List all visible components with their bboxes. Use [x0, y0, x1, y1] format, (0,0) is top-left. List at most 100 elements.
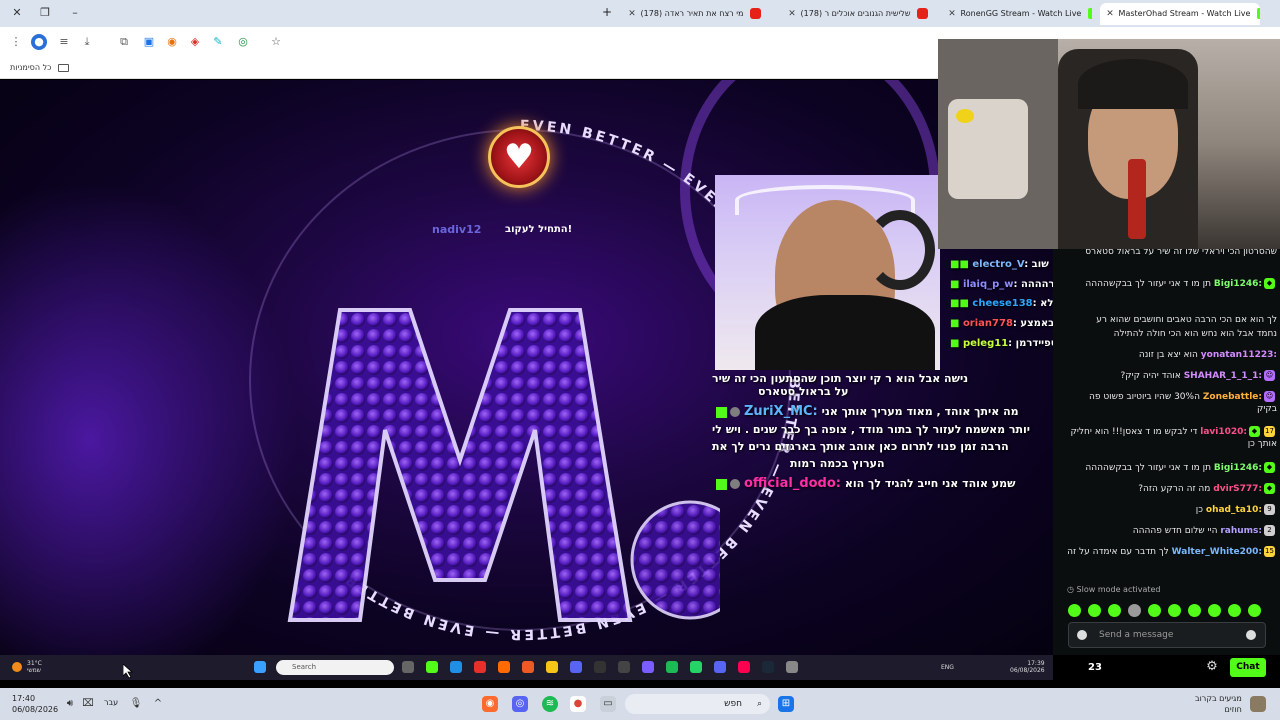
- overlay-chat-message: official_dodo: שמע אוהד אני חייב להגיד ל…: [716, 476, 1015, 491]
- network-icon[interactable]: ⌧: [80, 696, 96, 712]
- emote-icon[interactable]: [1128, 604, 1141, 617]
- emote-icon[interactable]: [1248, 604, 1261, 617]
- tray-expand-icon[interactable]: ^: [150, 696, 166, 712]
- chat-username[interactable]: Bigi1246:: [1214, 463, 1262, 473]
- chat-input[interactable]: Send a message: [1068, 622, 1266, 648]
- tab-ronengg[interactable]: ✕ RonenGG Stream - Watch Live: [942, 3, 1092, 25]
- chat-username[interactable]: Walter_White200:: [1172, 547, 1262, 557]
- bookmark-star-icon[interactable]: ☆: [268, 34, 284, 50]
- tab-title: MasterOhad Stream - Watch Live: [1118, 9, 1251, 18]
- chat-text: כן: [1195, 505, 1204, 515]
- chat-username[interactable]: SHAHAR_1_1_1:: [1184, 371, 1262, 381]
- chat-message: 17◆lavi1020: די לבקש מו ד צאסן!!! הוא יח…: [1067, 426, 1277, 450]
- extension-icon[interactable]: ▣: [141, 34, 157, 50]
- spotify-icon[interactable]: ≋: [542, 696, 558, 712]
- profile-icon[interactable]: ●: [31, 34, 47, 50]
- chat-username[interactable]: ohad_ta10:: [1206, 505, 1262, 515]
- badge-icon: 15: [1264, 546, 1275, 557]
- microphone-icon[interactable]: 🎙︎: [128, 696, 144, 712]
- emote-icon[interactable]: [1108, 604, 1121, 617]
- badge-icon: ◆: [1264, 483, 1275, 494]
- news-widget[interactable]: מגיעים בקרוב חוזים: [1195, 693, 1242, 715]
- chat-username[interactable]: yonatan11223:: [1201, 350, 1277, 360]
- overlay-chat-message: ZuriX_MC: מה איתך אוהד , מאוד מעריך אותך…: [716, 404, 1019, 419]
- overlay-chat-line: הרבה זמן פנוי לתרום כאן אוהב אותך בארגזי…: [712, 440, 1009, 453]
- windows-start-icon[interactable]: ⊞: [778, 696, 794, 712]
- chat-message: 9ohad_ta10: כן: [1067, 504, 1277, 516]
- overlay-chat-line: יותר מאשמח לעזור לך בתור מודד , צופה בך …: [712, 423, 1031, 436]
- system-clock[interactable]: 17:40 06/08/2026: [12, 693, 58, 715]
- chat-message: שהסרטון הכי ויראלי שלו זה שיר על בראול ס…: [1067, 249, 1277, 258]
- close-window-icon[interactable]: ✕: [8, 4, 26, 22]
- file-explorer-icon[interactable]: ▭: [600, 696, 616, 712]
- all-bookmarks-button[interactable]: כל הסימניות: [10, 60, 69, 76]
- chat-username[interactable]: dvirS777:: [1213, 484, 1262, 494]
- extensions-icon[interactable]: ⧉: [116, 34, 132, 50]
- extension-icon[interactable]: ✎: [210, 34, 226, 50]
- chat-message: ◆Bigi1246: תן מו ד אני יעזור לך בבקשהההה: [1067, 462, 1277, 474]
- chat-send-button[interactable]: Chat: [1230, 658, 1266, 677]
- menu-icon[interactable]: ⋮: [8, 34, 24, 50]
- user-icon: [730, 479, 740, 489]
- volume-icon[interactable]: 🔊︎: [62, 696, 78, 712]
- kick-badge-icon: [716, 478, 727, 490]
- mini-chat-row: ■■ electro_V: שוב: [950, 259, 1049, 270]
- emoji-icon[interactable]: [1246, 630, 1256, 640]
- news-line1: מגיעים בקרוב: [1195, 694, 1242, 703]
- extension-icon[interactable]: ◈: [187, 34, 203, 50]
- overlay-chat-line: על בראול סטארס: [758, 385, 849, 398]
- app-icon[interactable]: ◉: [482, 696, 498, 712]
- news-thumbnail-icon[interactable]: [1250, 696, 1266, 712]
- tab-close-icon[interactable]: ✕: [786, 3, 798, 25]
- tab-title: RonenGG Stream - Watch Live: [960, 9, 1082, 18]
- viewer-count-value: 23: [1088, 662, 1102, 673]
- tab-close-icon[interactable]: ✕: [1104, 3, 1116, 25]
- minimize-window-icon[interactable]: –: [66, 4, 84, 22]
- settings-icon: [786, 661, 798, 673]
- tab-close-icon[interactable]: ✕: [946, 3, 958, 25]
- chat-message: 2rahums: היי שלום חדש פהההה: [1067, 525, 1277, 537]
- mini-chat-user: orian778: [962, 318, 1013, 329]
- badge-icon: ◆: [1249, 426, 1260, 437]
- chat-text: שהסרטון הכי ויראלי שלו זה שיר על בראול ס…: [1085, 249, 1277, 257]
- taskbar-search[interactable]: חפש ⌕: [625, 694, 770, 714]
- emote-icon[interactable]: [1188, 604, 1201, 617]
- language-indicator[interactable]: עבר: [104, 698, 118, 707]
- emote-icon[interactable]: [1088, 604, 1101, 617]
- extension-icon[interactable]: ◉: [164, 34, 180, 50]
- emote-icon[interactable]: [1228, 604, 1241, 617]
- chat-text: אוהד יהיה קיק?: [1120, 371, 1181, 381]
- chat-username[interactable]: rahums:: [1220, 526, 1262, 536]
- weather-widget: 31°C שמשי: [27, 660, 42, 674]
- chat-username[interactable]: Bigi1246:: [1214, 279, 1262, 289]
- chat-username[interactable]: Zonebattle:: [1203, 392, 1262, 402]
- restore-window-icon[interactable]: ❐: [36, 4, 54, 22]
- new-tab-button[interactable]: +: [602, 5, 616, 19]
- grammarly-icon[interactable]: ◎: [235, 34, 251, 50]
- emote-icon[interactable]: [1168, 604, 1181, 617]
- chat-text: תן מו ד אני יעזור לך בבקשהההה: [1085, 279, 1211, 289]
- tab-youtube-1[interactable]: ✕ (178) שלישית הגנובים אוכלים ר: [782, 3, 932, 25]
- app-icon: [714, 661, 726, 673]
- tab-youtube-2[interactable]: ✕ (178) מי רצח את תאיר ראדה: [622, 3, 772, 25]
- badge-icon: ☺: [1264, 391, 1275, 402]
- kick-icon: [1087, 8, 1092, 19]
- chat-message: ☺Zonebattle: ה30% שהיו ביוטיוב פשוט פה ב…: [1067, 391, 1277, 415]
- chrome-icon[interactable]: ●: [570, 696, 586, 712]
- badge-icon: ☺: [1264, 370, 1275, 381]
- chat-username[interactable]: lavi1020:: [1200, 427, 1247, 437]
- taskview-icon: [402, 661, 414, 673]
- download-icon[interactable]: ⤓: [79, 34, 95, 50]
- tab-close-icon[interactable]: ✕: [626, 3, 638, 25]
- tab-search-icon[interactable]: ≡: [56, 34, 72, 50]
- chat-user-icon[interactable]: [1077, 630, 1087, 640]
- folder-icon: [546, 661, 558, 673]
- stream-lang: ENG: [941, 664, 954, 671]
- tab-masterohad[interactable]: ✕ MasterOhad Stream - Watch Live: [1100, 3, 1260, 25]
- slow-mode-notice: ◷ Slow mode activated: [1067, 585, 1161, 594]
- chat-settings-icon[interactable]: ⚙: [1205, 660, 1219, 674]
- emote-icon[interactable]: [1148, 604, 1161, 617]
- emote-icon[interactable]: [1208, 604, 1221, 617]
- emote-icon[interactable]: [1068, 604, 1081, 617]
- discord-icon[interactable]: ◎: [512, 696, 528, 712]
